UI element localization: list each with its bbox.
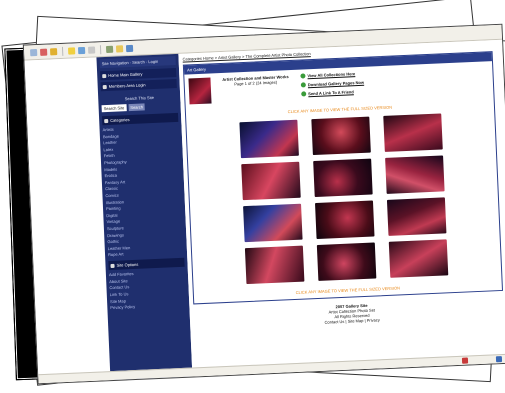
download-link[interactable]: Download Gallery Pages Now — [308, 80, 364, 87]
print-icon[interactable] — [105, 45, 114, 53]
messenger-icon[interactable] — [125, 44, 134, 52]
browser-window: Site Navigation · Search · Login Home Ma… — [24, 39, 505, 384]
sidebar-button-label: Members Area Login — [108, 82, 146, 89]
categories-title: Categories — [110, 117, 130, 123]
photo-12[interactable] — [388, 239, 449, 278]
bullet-icon — [102, 73, 107, 78]
sidebar-button-members-login[interactable]: Members Area Login — [100, 78, 177, 92]
arrow-icon — [300, 73, 306, 79]
search-form: Search Site Search — [101, 102, 178, 113]
back-icon[interactable] — [30, 48, 38, 56]
photo-grid — [186, 109, 501, 290]
bullet-icon — [110, 263, 115, 268]
gallery-panel: Art Gallery Artist Collection and Master… — [182, 51, 504, 305]
site-options-list: Add Favorites About Site Contact Us Link To… — [109, 269, 187, 310]
download-icon — [300, 82, 306, 88]
home-icon[interactable] — [49, 47, 58, 55]
view-collections-link[interactable]: View All Collections Here — [307, 71, 355, 78]
photo-1[interactable] — [239, 119, 299, 159]
sidebar-link[interactable]: Privacy Policy — [110, 302, 186, 310]
photo-8[interactable] — [315, 200, 375, 240]
mail-icon — [301, 91, 307, 97]
edit-icon[interactable] — [115, 44, 124, 53]
security-icon — [461, 357, 469, 364]
photo-4[interactable] — [241, 161, 301, 201]
categories-header: Categories — [102, 112, 179, 126]
toolbar-separator — [61, 46, 64, 56]
history-icon[interactable] — [77, 46, 86, 54]
sidebar-button-main-gallery[interactable]: Home Main Gallery — [100, 67, 177, 81]
photo-3[interactable] — [383, 113, 443, 152]
stop-icon[interactable] — [39, 48, 48, 56]
photo-9[interactable] — [386, 197, 447, 236]
gallery-cover-image[interactable] — [188, 77, 212, 105]
search-label: Search This Site — [124, 94, 154, 102]
internet-zone-icon — [495, 356, 503, 363]
mail-icon[interactable] — [87, 45, 96, 54]
photo-10[interactable] — [244, 245, 305, 285]
favorites-icon[interactable] — [67, 46, 76, 55]
screenshot-page: Site Navigation · Search · Login Home Ma… — [22, 23, 505, 385]
search-input[interactable]: Search Site — [101, 104, 127, 113]
photo-2[interactable] — [311, 116, 371, 156]
categories-list: Artists Bondage Leather Latex Fetish Photogra… — [102, 124, 184, 258]
sidebar-header: Site Navigation · Search · Login — [99, 55, 176, 69]
photo-6[interactable] — [385, 155, 445, 194]
gallery-links: View All Collections Here Download Galle… — [300, 65, 489, 100]
bullet-icon — [104, 118, 109, 123]
search-button[interactable]: Search — [128, 103, 146, 112]
photo-7[interactable] — [243, 203, 303, 243]
photo-11[interactable] — [316, 242, 377, 281]
gallery-title: Artist Collection and Master Works Page … — [215, 74, 295, 87]
toolbar-separator — [99, 44, 102, 54]
sidebar-button-label: Home Main Gallery — [108, 71, 143, 78]
photo-5[interactable] — [313, 158, 373, 198]
sidebar-link[interactable]: Rope Art — [108, 249, 184, 258]
site-options-title: Site Options — [116, 262, 139, 269]
sidebar: Site Navigation · Search · Login Home Ma… — [96, 53, 193, 381]
bullet-icon — [102, 84, 107, 89]
main-content: Categories Home > Artist Gallery > The C… — [178, 39, 505, 377]
send-link[interactable]: Send A Link To A Friend — [308, 89, 354, 96]
